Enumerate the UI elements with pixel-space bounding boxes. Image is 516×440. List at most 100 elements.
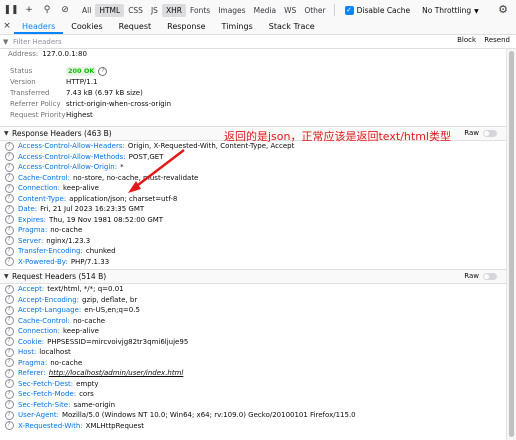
help-icon[interactable]: ?: [4, 295, 14, 305]
scrollbar[interactable]: [506, 49, 516, 440]
tab-stack-trace[interactable]: Stack Trace: [261, 21, 323, 34]
header-row: ? Sec-Fetch-Mode: cors: [0, 389, 507, 400]
help-icon[interactable]: ?: [4, 173, 14, 183]
tab-cookies[interactable]: Cookies: [63, 21, 110, 34]
header-name: Cookie:: [18, 337, 45, 346]
toggle-switch[interactable]: [483, 130, 497, 137]
raw-toggle[interactable]: Raw: [464, 270, 497, 283]
filter-images[interactable]: Images: [214, 4, 249, 17]
help-icon[interactable]: ?: [4, 152, 14, 162]
tab-request[interactable]: Request: [111, 21, 160, 34]
filter-other[interactable]: Other: [300, 4, 329, 17]
throttling-select[interactable]: No Throttling ▼: [422, 6, 479, 15]
block-icon[interactable]: ⊘: [58, 3, 72, 17]
header-row: ? Sec-Fetch-Site: same-origin: [0, 400, 507, 411]
scrollbar-thumb[interactable]: [509, 51, 514, 437]
header-name: Connection:: [18, 327, 60, 335]
filter-headers-input[interactable]: Filter Headers: [13, 38, 62, 46]
help-icon[interactable]: ?: [4, 421, 14, 431]
help-icon-wrap: ?: [0, 284, 18, 294]
header-name: Sec-Fetch-Site:: [18, 400, 71, 409]
help-icon[interactable]: ?: [4, 316, 14, 326]
help-icon[interactable]: ?: [4, 326, 14, 336]
filter-html[interactable]: HTML: [95, 3, 125, 17]
filter-fonts[interactable]: Fonts: [186, 4, 214, 17]
close-panel-icon[interactable]: ×: [0, 20, 14, 34]
help-icon-wrap: ?: [0, 368, 18, 378]
response-headers-list: ? Access-Control-Allow-Headers: Origin, X-…: [0, 141, 507, 267]
header-value: *: [120, 163, 124, 171]
add-icon[interactable]: +: [22, 3, 36, 17]
tab-response[interactable]: Response: [159, 21, 213, 34]
help-icon[interactable]: ?: [4, 225, 14, 235]
header-name: User-Agent:: [18, 411, 59, 419]
header-row: ? Cache-Control: no-cache: [0, 316, 507, 327]
help-icon[interactable]: ?: [4, 400, 14, 410]
toggle-switch[interactable]: [483, 273, 497, 280]
header-value: chunked: [85, 247, 116, 255]
pause-icon[interactable]: ❚❚: [3, 3, 18, 17]
header-row: ? Connection: keep-alive: [0, 326, 507, 337]
summary-value: HTTP/1.1: [66, 78, 98, 86]
help-icon[interactable]: ?: [4, 379, 14, 389]
filter-xhr[interactable]: XHR: [161, 3, 186, 17]
header-value[interactable]: http://localhost/admin/user/index.html: [49, 368, 184, 379]
filter-all[interactable]: All: [78, 4, 95, 17]
request-headers-section[interactable]: ▼ Request Headers (514 B) Raw: [0, 269, 507, 284]
filter-media[interactable]: Media: [250, 4, 281, 17]
tab-timings[interactable]: Timings: [214, 21, 261, 34]
header-name: Connection:: [18, 184, 60, 192]
help-icon-wrap: ?: [0, 389, 18, 399]
search-icon[interactable]: ⚲: [40, 3, 54, 17]
help-icon-wrap: ?: [0, 194, 18, 204]
help-icon-wrap: ?: [0, 410, 18, 420]
header-row: ? X-Powered-By: PHP/7.1.33: [0, 257, 507, 268]
header-row: ? User-Agent: Mozilla/5.0 (Windows NT 10.0…: [0, 410, 507, 421]
disable-cache-label: Disable Cache: [356, 5, 411, 15]
help-icon[interactable]: ?: [4, 194, 14, 204]
throttling-label: No Throttling: [422, 5, 472, 15]
help-icon[interactable]: ?: [4, 162, 14, 172]
chevron-down-icon: ▼: [474, 7, 479, 15]
address-label: Address:: [8, 50, 39, 58]
help-icon[interactable]: ?: [4, 337, 14, 347]
help-icon-wrap: ?: [0, 236, 18, 246]
help-icon[interactable]: ?: [4, 305, 14, 315]
header-row: ? X-Requested-With: XMLHttpRequest: [0, 421, 507, 432]
disable-cache-checkbox[interactable]: ✓ Disable Cache: [344, 5, 411, 15]
help-icon[interactable]: ?: [4, 389, 14, 399]
help-icon-wrap: ?: [0, 225, 18, 235]
help-icon[interactable]: ?: [4, 204, 14, 214]
network-toolbar: ❚❚ + ⚲ ⊘ All HTML CSS JS XHR Fonts Image…: [0, 0, 516, 21]
help-icon[interactable]: ?: [4, 236, 14, 246]
summary-key: Status: [10, 67, 33, 75]
filter-css[interactable]: CSS: [124, 4, 147, 17]
gear-icon[interactable]: ⚙: [496, 3, 510, 17]
help-icon-wrap: ?: [0, 204, 18, 214]
block-button[interactable]: Block: [457, 36, 476, 44]
help-icon-wrap: ?: [0, 162, 18, 172]
help-icon[interactable]: ?: [4, 215, 14, 225]
help-icon[interactable]: ?: [4, 284, 14, 294]
help-icon[interactable]: ?: [4, 358, 14, 368]
help-icon[interactable]: ?: [4, 347, 14, 357]
request-type-filters: All HTML CSS JS XHR Fonts Images Media W…: [78, 3, 330, 17]
header-name: Sec-Fetch-Dest:: [18, 379, 74, 388]
help-icon-wrap: ?: [0, 358, 18, 368]
help-icon[interactable]: ?: [4, 183, 14, 193]
resend-button[interactable]: Resend: [484, 36, 510, 44]
header-value: text/html, */*; q=0.01: [47, 285, 124, 293]
filter-js[interactable]: JS: [147, 4, 162, 17]
help-icon[interactable]: ?: [4, 410, 14, 420]
header-value: keep-alive: [62, 327, 99, 335]
help-icon-wrap: ?: [0, 152, 18, 162]
help-icon[interactable]: ?: [4, 257, 14, 267]
help-icon[interactable]: ?: [4, 368, 14, 378]
tab-headers[interactable]: Headers: [14, 21, 64, 34]
help-icon[interactable]: ?: [4, 246, 14, 256]
header-row: ? Access-Control-Allow-Methods: POST,GET: [0, 152, 507, 163]
help-icon[interactable]: ?: [4, 141, 14, 151]
raw-toggle[interactable]: Raw: [464, 127, 497, 140]
filter-ws[interactable]: WS: [280, 4, 300, 17]
help-icon[interactable]: ?: [98, 66, 108, 76]
